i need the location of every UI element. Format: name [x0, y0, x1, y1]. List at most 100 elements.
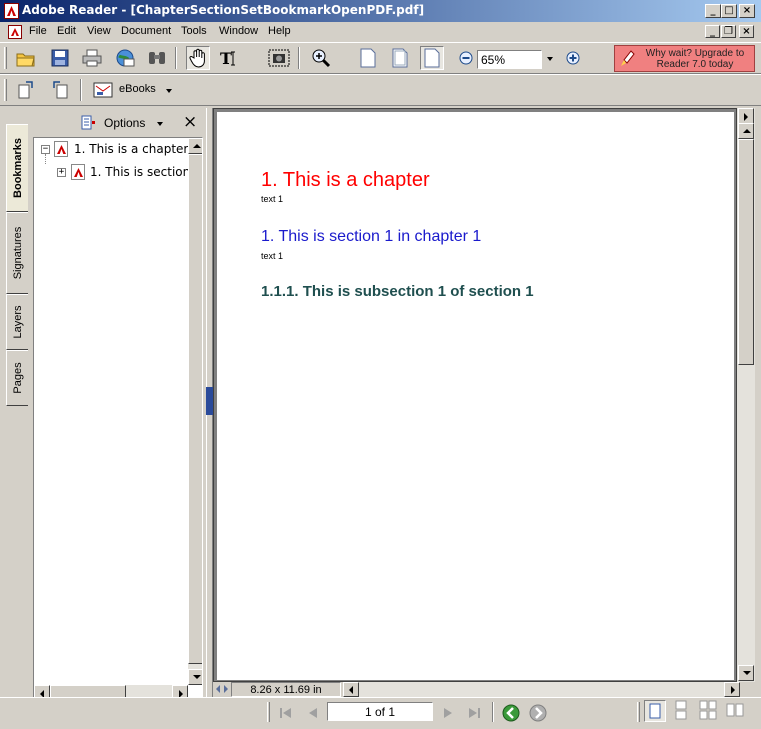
options-icon[interactable]: [80, 115, 96, 131]
doc-restore-button[interactable]: ❐: [721, 25, 736, 38]
bookmark-label[interactable]: 1. This is a chapter: [74, 142, 188, 156]
menu-file[interactable]: File: [29, 25, 47, 37]
menu-edit[interactable]: Edit: [57, 25, 76, 37]
scroll-up-button[interactable]: [188, 138, 202, 154]
page-size-label: 8.26 x 11.69 in: [231, 682, 341, 697]
hand-tool-icon[interactable]: [186, 46, 210, 70]
next-page-icon[interactable]: [437, 704, 459, 722]
scroll-down-button[interactable]: [738, 665, 754, 681]
tab-bookmarks-label: Bookmarks: [11, 138, 24, 198]
bookmarks-tree: − 1. This is a chapter + 1. This is sect…: [33, 137, 203, 704]
zoom-out-icon[interactable]: [454, 46, 478, 70]
page-number-input[interactable]: 1 of 1: [327, 702, 433, 721]
panel-splitter[interactable]: [206, 108, 213, 698]
ebooks-dropdown[interactable]: [166, 89, 172, 93]
doc-minimize-button[interactable]: _: [705, 25, 720, 38]
search-binoculars-icon[interactable]: [145, 46, 169, 70]
previous-view-icon[interactable]: [500, 704, 522, 722]
bookmark-pdf-icon: [71, 164, 85, 180]
fit-width-icon[interactable]: [420, 46, 444, 70]
previous-page-icon[interactable]: [302, 704, 324, 722]
single-page-layout-icon[interactable]: [644, 700, 666, 722]
close-panel-icon[interactable]: ×: [183, 112, 197, 132]
tab-pages[interactable]: Pages: [6, 350, 28, 406]
menu-window[interactable]: Window: [219, 25, 258, 37]
scroll-up-button[interactable]: [738, 123, 754, 139]
title-bar: Adobe Reader - [ChapterSectionSetBookmar…: [0, 0, 761, 22]
zoom-input[interactable]: 65%: [477, 50, 542, 69]
scroll-thumb[interactable]: [738, 139, 754, 365]
rotate-counterclockwise-icon[interactable]: [48, 78, 72, 102]
zoom-in-plus-icon[interactable]: [561, 46, 585, 70]
upgrade-text: Why wait? Upgrade to Reader 7.0 today: [645, 48, 745, 70]
tab-layers[interactable]: Layers: [6, 294, 28, 350]
menu-document[interactable]: Document: [121, 25, 171, 37]
bookmark-item[interactable]: + 1. This is section: [34, 164, 194, 182]
hscroll-track[interactable]: [359, 682, 724, 697]
continuous-facing-layout-icon[interactable]: [725, 700, 747, 722]
print-icon[interactable]: [80, 46, 104, 70]
rocket-icon: [621, 50, 635, 66]
bookmark-pdf-icon: [54, 141, 68, 157]
actual-size-icon[interactable]: [356, 46, 380, 70]
scroll-thumb[interactable]: [188, 154, 202, 664]
section-text: text 1: [261, 251, 284, 261]
scroll-down-button[interactable]: [188, 669, 202, 685]
document-hscroll[interactable]: 8.26 x 11.69 in: [213, 682, 755, 697]
open-icon[interactable]: [14, 46, 38, 70]
toolbar-separator: [298, 47, 300, 69]
minimize-button[interactable]: _: [705, 4, 721, 18]
tab-bookmarks[interactable]: Bookmarks: [6, 124, 28, 212]
tab-signatures[interactable]: Signatures: [6, 212, 28, 294]
rotate-clockwise-icon[interactable]: [14, 78, 38, 102]
panel-expand-button[interactable]: [738, 108, 754, 124]
bookmarks-vscroll[interactable]: [188, 138, 202, 685]
continuous-layout-icon[interactable]: [671, 700, 693, 722]
toolbar-grip[interactable]: [4, 47, 7, 69]
upgrade-button[interactable]: Why wait? Upgrade to Reader 7.0 today: [614, 45, 755, 72]
expand-icon[interactable]: +: [57, 168, 66, 177]
page-size-icon: [215, 683, 231, 696]
save-icon[interactable]: [48, 46, 72, 70]
pdf-page: 1. This is a chapter text 1 1. This is s…: [217, 112, 734, 680]
tab-layers-label: Layers: [11, 305, 24, 339]
menu-view[interactable]: View: [87, 25, 111, 37]
options-dropdown[interactable]: [157, 122, 163, 126]
zoom-in-icon[interactable]: [309, 46, 333, 70]
facing-layout-icon[interactable]: [698, 700, 720, 722]
chapter-heading: 1. This is a chapter: [261, 169, 430, 191]
menu-bar: File Edit View Document Tools Window Hel…: [0, 22, 761, 42]
tree-line: [45, 154, 46, 164]
zoom-dropdown[interactable]: [547, 57, 553, 61]
options-label[interactable]: Options: [104, 116, 145, 130]
toolbar-separator: [80, 79, 82, 101]
bookmarks-panel: Options × − 1. This is a chapter + 1. Th…: [30, 108, 206, 704]
adobe-reader-icon: [4, 3, 19, 19]
document-vscroll[interactable]: [737, 108, 755, 682]
first-page-icon[interactable]: [275, 704, 297, 722]
bookmark-label[interactable]: 1. This is section: [90, 165, 190, 179]
last-page-icon[interactable]: [463, 704, 485, 722]
ebooks-label[interactable]: eBooks: [119, 83, 156, 95]
document-view[interactable]: 1. This is a chapter text 1 1. This is s…: [213, 108, 737, 682]
maximize-button[interactable]: □: [721, 4, 737, 18]
text-select-icon[interactable]: T: [218, 46, 242, 70]
splitter-handle[interactable]: [206, 387, 213, 415]
ebooks-icon[interactable]: [92, 78, 116, 102]
toolbar-grip[interactable]: [4, 79, 7, 101]
document-icon[interactable]: [8, 25, 22, 39]
email-icon[interactable]: [113, 46, 137, 70]
scroll-right-button[interactable]: [724, 682, 740, 697]
close-button[interactable]: ×: [739, 4, 755, 18]
doc-close-button[interactable]: ×: [739, 25, 754, 38]
bookmark-item[interactable]: − 1. This is a chapter: [34, 141, 194, 159]
navigation-tabs: Bookmarks Signatures Layers Pages: [6, 108, 28, 698]
fit-page-icon[interactable]: [388, 46, 412, 70]
snapshot-icon[interactable]: [267, 46, 291, 70]
scroll-left-button[interactable]: [343, 682, 359, 697]
collapse-icon[interactable]: −: [41, 145, 50, 154]
menu-tools[interactable]: Tools: [181, 25, 207, 37]
menu-help[interactable]: Help: [268, 25, 291, 37]
next-view-icon[interactable]: [527, 704, 549, 722]
status-grip: [267, 702, 270, 722]
